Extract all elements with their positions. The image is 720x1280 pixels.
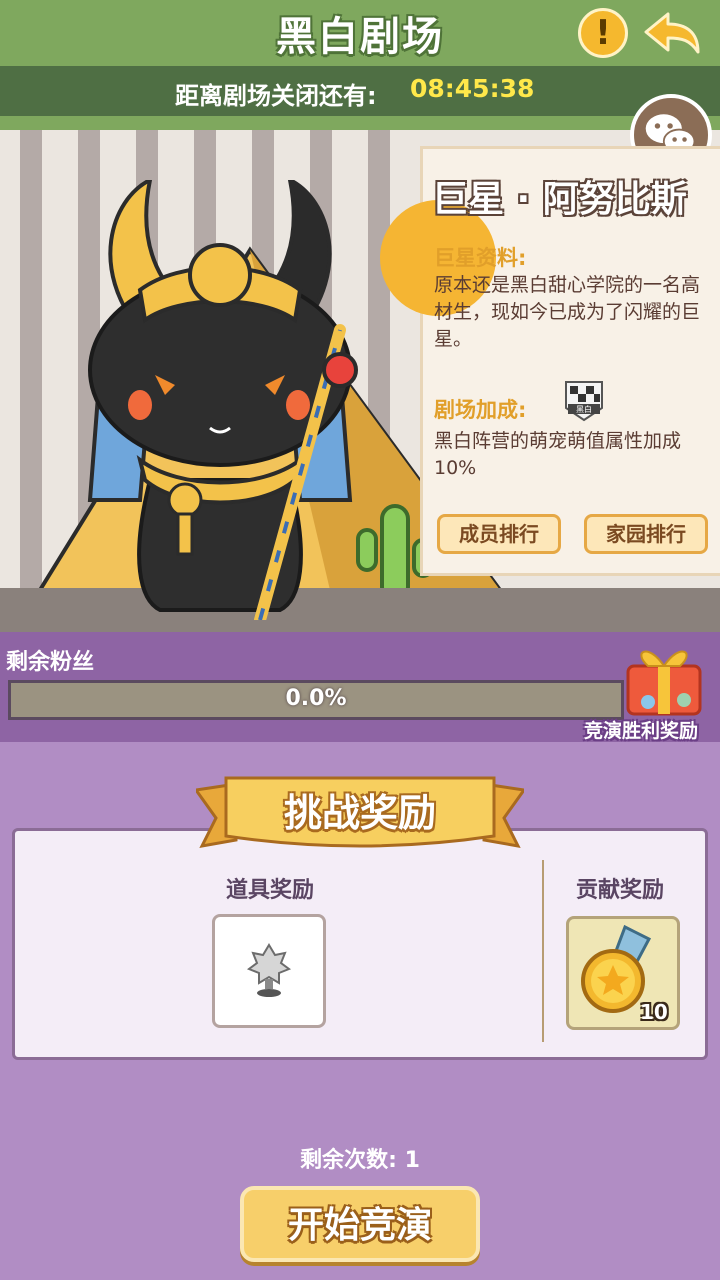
- info-button[interactable]: !: [578, 8, 628, 58]
- black-white-badge-icon: 黑白: [565, 381, 603, 422]
- star-name: 巨星 · 阿努比斯: [432, 179, 687, 220]
- victory-reward-label[interactable]: 竞演胜利奖励: [584, 716, 698, 743]
- fans-progress-value: 0.0%: [285, 686, 347, 711]
- reward-title: 挑战奖励: [283, 791, 436, 835]
- bonus-text: 黑白阵营的萌宠萌值属性加成10%: [434, 430, 682, 479]
- item-reward-slot[interactable]: [212, 914, 326, 1028]
- medal-count: 10: [640, 1000, 668, 1024]
- timer-value: 08:45:38: [410, 74, 535, 103]
- contribution-reward-heading: 贡献奖励: [575, 878, 664, 903]
- anubis-character-image: [87, 180, 358, 620]
- timer-label: 距离剧场关闭还有:: [175, 82, 377, 110]
- start-performance-label[interactable]: 开始竞演: [240, 1196, 480, 1248]
- back-arrow-icon[interactable]: [640, 8, 704, 58]
- fans-label: 剩余粉丝: [6, 650, 95, 675]
- item-reward-heading: 道具奖励: [225, 878, 314, 903]
- badge-text: 黑白: [576, 404, 592, 414]
- profile-heading: 巨星资料:: [434, 246, 527, 270]
- trophy-icon: [246, 943, 292, 997]
- profile-text: 原本还是黑白甜心学院的一名高材生，现如今已成为了闪耀的巨星。: [434, 274, 701, 350]
- bonus-heading: 剧场加成:: [434, 398, 527, 422]
- reward-divider: [542, 860, 544, 1042]
- exclamation-icon: !: [595, 13, 611, 53]
- gift-box-icon[interactable]: [618, 632, 710, 718]
- home-rank-button[interactable]: 家园排行: [584, 514, 708, 554]
- remaining-attempts: 剩余次数: 1: [300, 1148, 420, 1173]
- member-rank-button[interactable]: 成员排行: [437, 514, 561, 554]
